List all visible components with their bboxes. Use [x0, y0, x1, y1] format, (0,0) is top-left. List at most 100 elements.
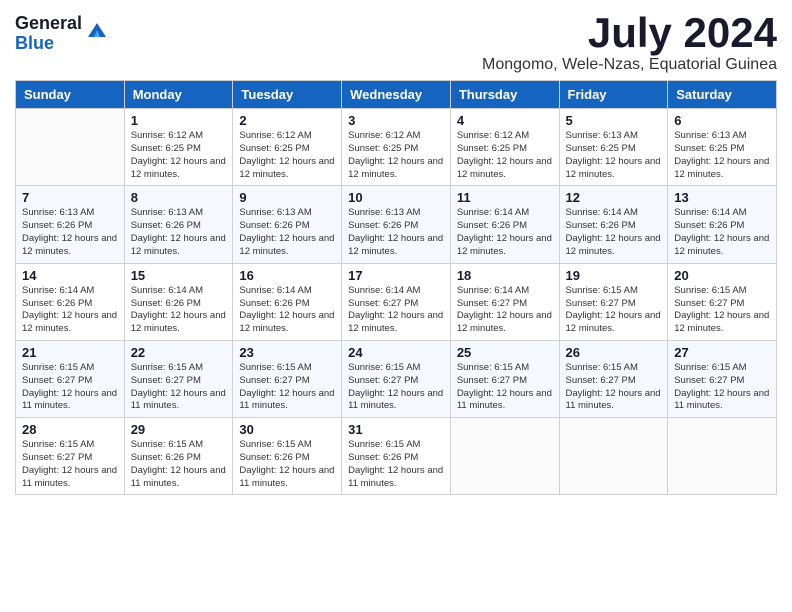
- calendar-cell: 8 Sunrise: 6:13 AM Sunset: 6:26 PM Daylig…: [124, 186, 233, 263]
- day-number: 7: [22, 190, 118, 205]
- calendar-header-row: Sunday Monday Tuesday Wednesday Thursday…: [16, 81, 777, 109]
- day-number: 6: [674, 113, 770, 128]
- day-info: Sunrise: 6:15 AM Sunset: 6:26 PM Dayligh…: [348, 439, 444, 490]
- day-number: 2: [239, 113, 335, 128]
- calendar-cell: 12Sunrise: 6:14 AM Sunset: 6:26 PM Dayli…: [559, 186, 668, 263]
- calendar-cell: 22 Sunrise: 6:15 AM Sunset: 6:27 PM Dayli…: [124, 340, 233, 417]
- calendar-week-5: 28 Sunrise: 6:15 AM Sunset: 6:27 PM Dayli…: [16, 418, 777, 495]
- logo-general: General: [15, 14, 82, 34]
- day-number: 13: [674, 190, 770, 205]
- day-info: Sunrise: 6:12 AM Sunset: 6:25 PM Dayligh…: [457, 130, 553, 181]
- day-info: Sunrise: 6:14 AM Sunset: 6:26 PM Dayligh…: [674, 207, 770, 258]
- calendar-cell: 5 Sunrise: 6:13 AM Sunset: 6:25 PM Daylig…: [559, 109, 668, 186]
- calendar-week-1: 1 Sunrise: 6:12 AM Sunset: 6:25 PM Daylig…: [16, 109, 777, 186]
- day-number: 1: [131, 113, 227, 128]
- day-number: 19: [566, 268, 662, 283]
- header-wednesday: Wednesday: [342, 81, 451, 109]
- calendar-cell: 11 Sunrise: 6:14 AM Sunset: 6:26 PM Dayli…: [450, 186, 559, 263]
- day-number: 17: [348, 268, 444, 283]
- logo-blue: Blue: [15, 34, 82, 54]
- calendar-cell: 3 Sunrise: 6:12 AM Sunset: 6:25 PM Daylig…: [342, 109, 451, 186]
- day-number: 24: [348, 345, 444, 360]
- day-info: Sunrise: 6:15 AM Sunset: 6:27 PM Dayligh…: [22, 439, 118, 490]
- day-info: Sunrise: 6:14 AM Sunset: 6:27 PM Dayligh…: [457, 285, 553, 336]
- day-info: Sunrise: 6:13 AM Sunset: 6:26 PM Dayligh…: [348, 207, 444, 258]
- calendar-cell: 18Sunrise: 6:14 AM Sunset: 6:27 PM Dayli…: [450, 263, 559, 340]
- header-monday: Monday: [124, 81, 233, 109]
- calendar-cell: 30 Sunrise: 6:15 AM Sunset: 6:26 PM Dayli…: [233, 418, 342, 495]
- calendar-cell: 23 Sunrise: 6:15 AM Sunset: 6:27 PM Dayli…: [233, 340, 342, 417]
- header-thursday: Thursday: [450, 81, 559, 109]
- day-info: Sunrise: 6:13 AM Sunset: 6:25 PM Dayligh…: [566, 130, 662, 181]
- calendar-cell: 31 Sunrise: 6:15 AM Sunset: 6:26 PM Dayli…: [342, 418, 451, 495]
- calendar-cell: 29 Sunrise: 6:15 AM Sunset: 6:26 PM Dayli…: [124, 418, 233, 495]
- day-info: Sunrise: 6:13 AM Sunset: 6:26 PM Dayligh…: [131, 207, 227, 258]
- day-number: 31: [348, 422, 444, 437]
- day-number: 26: [566, 345, 662, 360]
- month-title: July 2024: [482, 10, 777, 56]
- day-info: Sunrise: 6:14 AM Sunset: 6:27 PM Dayligh…: [348, 285, 444, 336]
- day-number: 22: [131, 345, 227, 360]
- day-info: Sunrise: 6:15 AM Sunset: 6:27 PM Dayligh…: [348, 362, 444, 413]
- title-block: July 2024 Mongomo, Wele-Nzas, Equatorial…: [482, 10, 777, 74]
- day-number: 14: [22, 268, 118, 283]
- calendar-cell: [16, 109, 125, 186]
- day-info: Sunrise: 6:14 AM Sunset: 6:26 PM Dayligh…: [131, 285, 227, 336]
- calendar-cell: 24 Sunrise: 6:15 AM Sunset: 6:27 PM Dayli…: [342, 340, 451, 417]
- calendar-cell: [450, 418, 559, 495]
- calendar-table: Sunday Monday Tuesday Wednesday Thursday…: [15, 80, 777, 495]
- day-number: 29: [131, 422, 227, 437]
- calendar-cell: 28 Sunrise: 6:15 AM Sunset: 6:27 PM Dayli…: [16, 418, 125, 495]
- day-info: Sunrise: 6:15 AM Sunset: 6:26 PM Dayligh…: [239, 439, 335, 490]
- day-info: Sunrise: 6:15 AM Sunset: 6:27 PM Dayligh…: [131, 362, 227, 413]
- day-info: Sunrise: 6:15 AM Sunset: 6:26 PM Dayligh…: [131, 439, 227, 490]
- day-info: Sunrise: 6:15 AM Sunset: 6:27 PM Dayligh…: [239, 362, 335, 413]
- day-number: 5: [566, 113, 662, 128]
- calendar-cell: 13 Sunrise: 6:14 AM Sunset: 6:26 PM Dayli…: [668, 186, 777, 263]
- calendar-cell: 27Sunrise: 6:15 AM Sunset: 6:27 PM Dayli…: [668, 340, 777, 417]
- day-number: 20: [674, 268, 770, 283]
- logo: General Blue: [15, 14, 108, 54]
- day-number: 27: [674, 345, 770, 360]
- day-number: 28: [22, 422, 118, 437]
- day-number: 10: [348, 190, 444, 205]
- calendar-cell: 17 Sunrise: 6:14 AM Sunset: 6:27 PM Dayli…: [342, 263, 451, 340]
- day-info: Sunrise: 6:13 AM Sunset: 6:26 PM Dayligh…: [22, 207, 118, 258]
- calendar-cell: 15Sunrise: 6:14 AM Sunset: 6:26 PM Dayli…: [124, 263, 233, 340]
- calendar-cell: 16Sunrise: 6:14 AM Sunset: 6:26 PM Dayli…: [233, 263, 342, 340]
- day-info: Sunrise: 6:14 AM Sunset: 6:26 PM Dayligh…: [457, 207, 553, 258]
- day-info: Sunrise: 6:13 AM Sunset: 6:26 PM Dayligh…: [239, 207, 335, 258]
- header-tuesday: Tuesday: [233, 81, 342, 109]
- day-number: 16: [239, 268, 335, 283]
- day-info: Sunrise: 6:12 AM Sunset: 6:25 PM Dayligh…: [348, 130, 444, 181]
- header-saturday: Saturday: [668, 81, 777, 109]
- calendar-cell: 21 Sunrise: 6:15 AM Sunset: 6:27 PM Dayli…: [16, 340, 125, 417]
- calendar-week-4: 21 Sunrise: 6:15 AM Sunset: 6:27 PM Dayli…: [16, 340, 777, 417]
- day-info: Sunrise: 6:15 AM Sunset: 6:27 PM Dayligh…: [674, 285, 770, 336]
- day-info: Sunrise: 6:14 AM Sunset: 6:26 PM Dayligh…: [566, 207, 662, 258]
- day-info: Sunrise: 6:15 AM Sunset: 6:27 PM Dayligh…: [22, 362, 118, 413]
- header-sunday: Sunday: [16, 81, 125, 109]
- header: General Blue July 2024 Mongomo, Wele-Nza…: [15, 10, 777, 74]
- day-number: 9: [239, 190, 335, 205]
- calendar-week-3: 14 Sunrise: 6:14 AM Sunset: 6:26 PM Dayli…: [16, 263, 777, 340]
- day-number: 30: [239, 422, 335, 437]
- day-info: Sunrise: 6:12 AM Sunset: 6:25 PM Dayligh…: [131, 130, 227, 181]
- calendar-cell: 19Sunrise: 6:15 AM Sunset: 6:27 PM Dayli…: [559, 263, 668, 340]
- logo-icon: [86, 19, 108, 41]
- calendar-cell: 20 Sunrise: 6:15 AM Sunset: 6:27 PM Dayli…: [668, 263, 777, 340]
- calendar-cell: 2Sunrise: 6:12 AM Sunset: 6:25 PM Daylig…: [233, 109, 342, 186]
- day-number: 8: [131, 190, 227, 205]
- day-number: 25: [457, 345, 553, 360]
- day-number: 11: [457, 190, 553, 205]
- day-number: 21: [22, 345, 118, 360]
- header-friday: Friday: [559, 81, 668, 109]
- calendar-cell: 1 Sunrise: 6:12 AM Sunset: 6:25 PM Daylig…: [124, 109, 233, 186]
- day-info: Sunrise: 6:14 AM Sunset: 6:26 PM Dayligh…: [22, 285, 118, 336]
- day-number: 4: [457, 113, 553, 128]
- day-info: Sunrise: 6:15 AM Sunset: 6:27 PM Dayligh…: [457, 362, 553, 413]
- day-number: 3: [348, 113, 444, 128]
- calendar-cell: 4 Sunrise: 6:12 AM Sunset: 6:25 PM Daylig…: [450, 109, 559, 186]
- calendar-cell: [559, 418, 668, 495]
- day-number: 23: [239, 345, 335, 360]
